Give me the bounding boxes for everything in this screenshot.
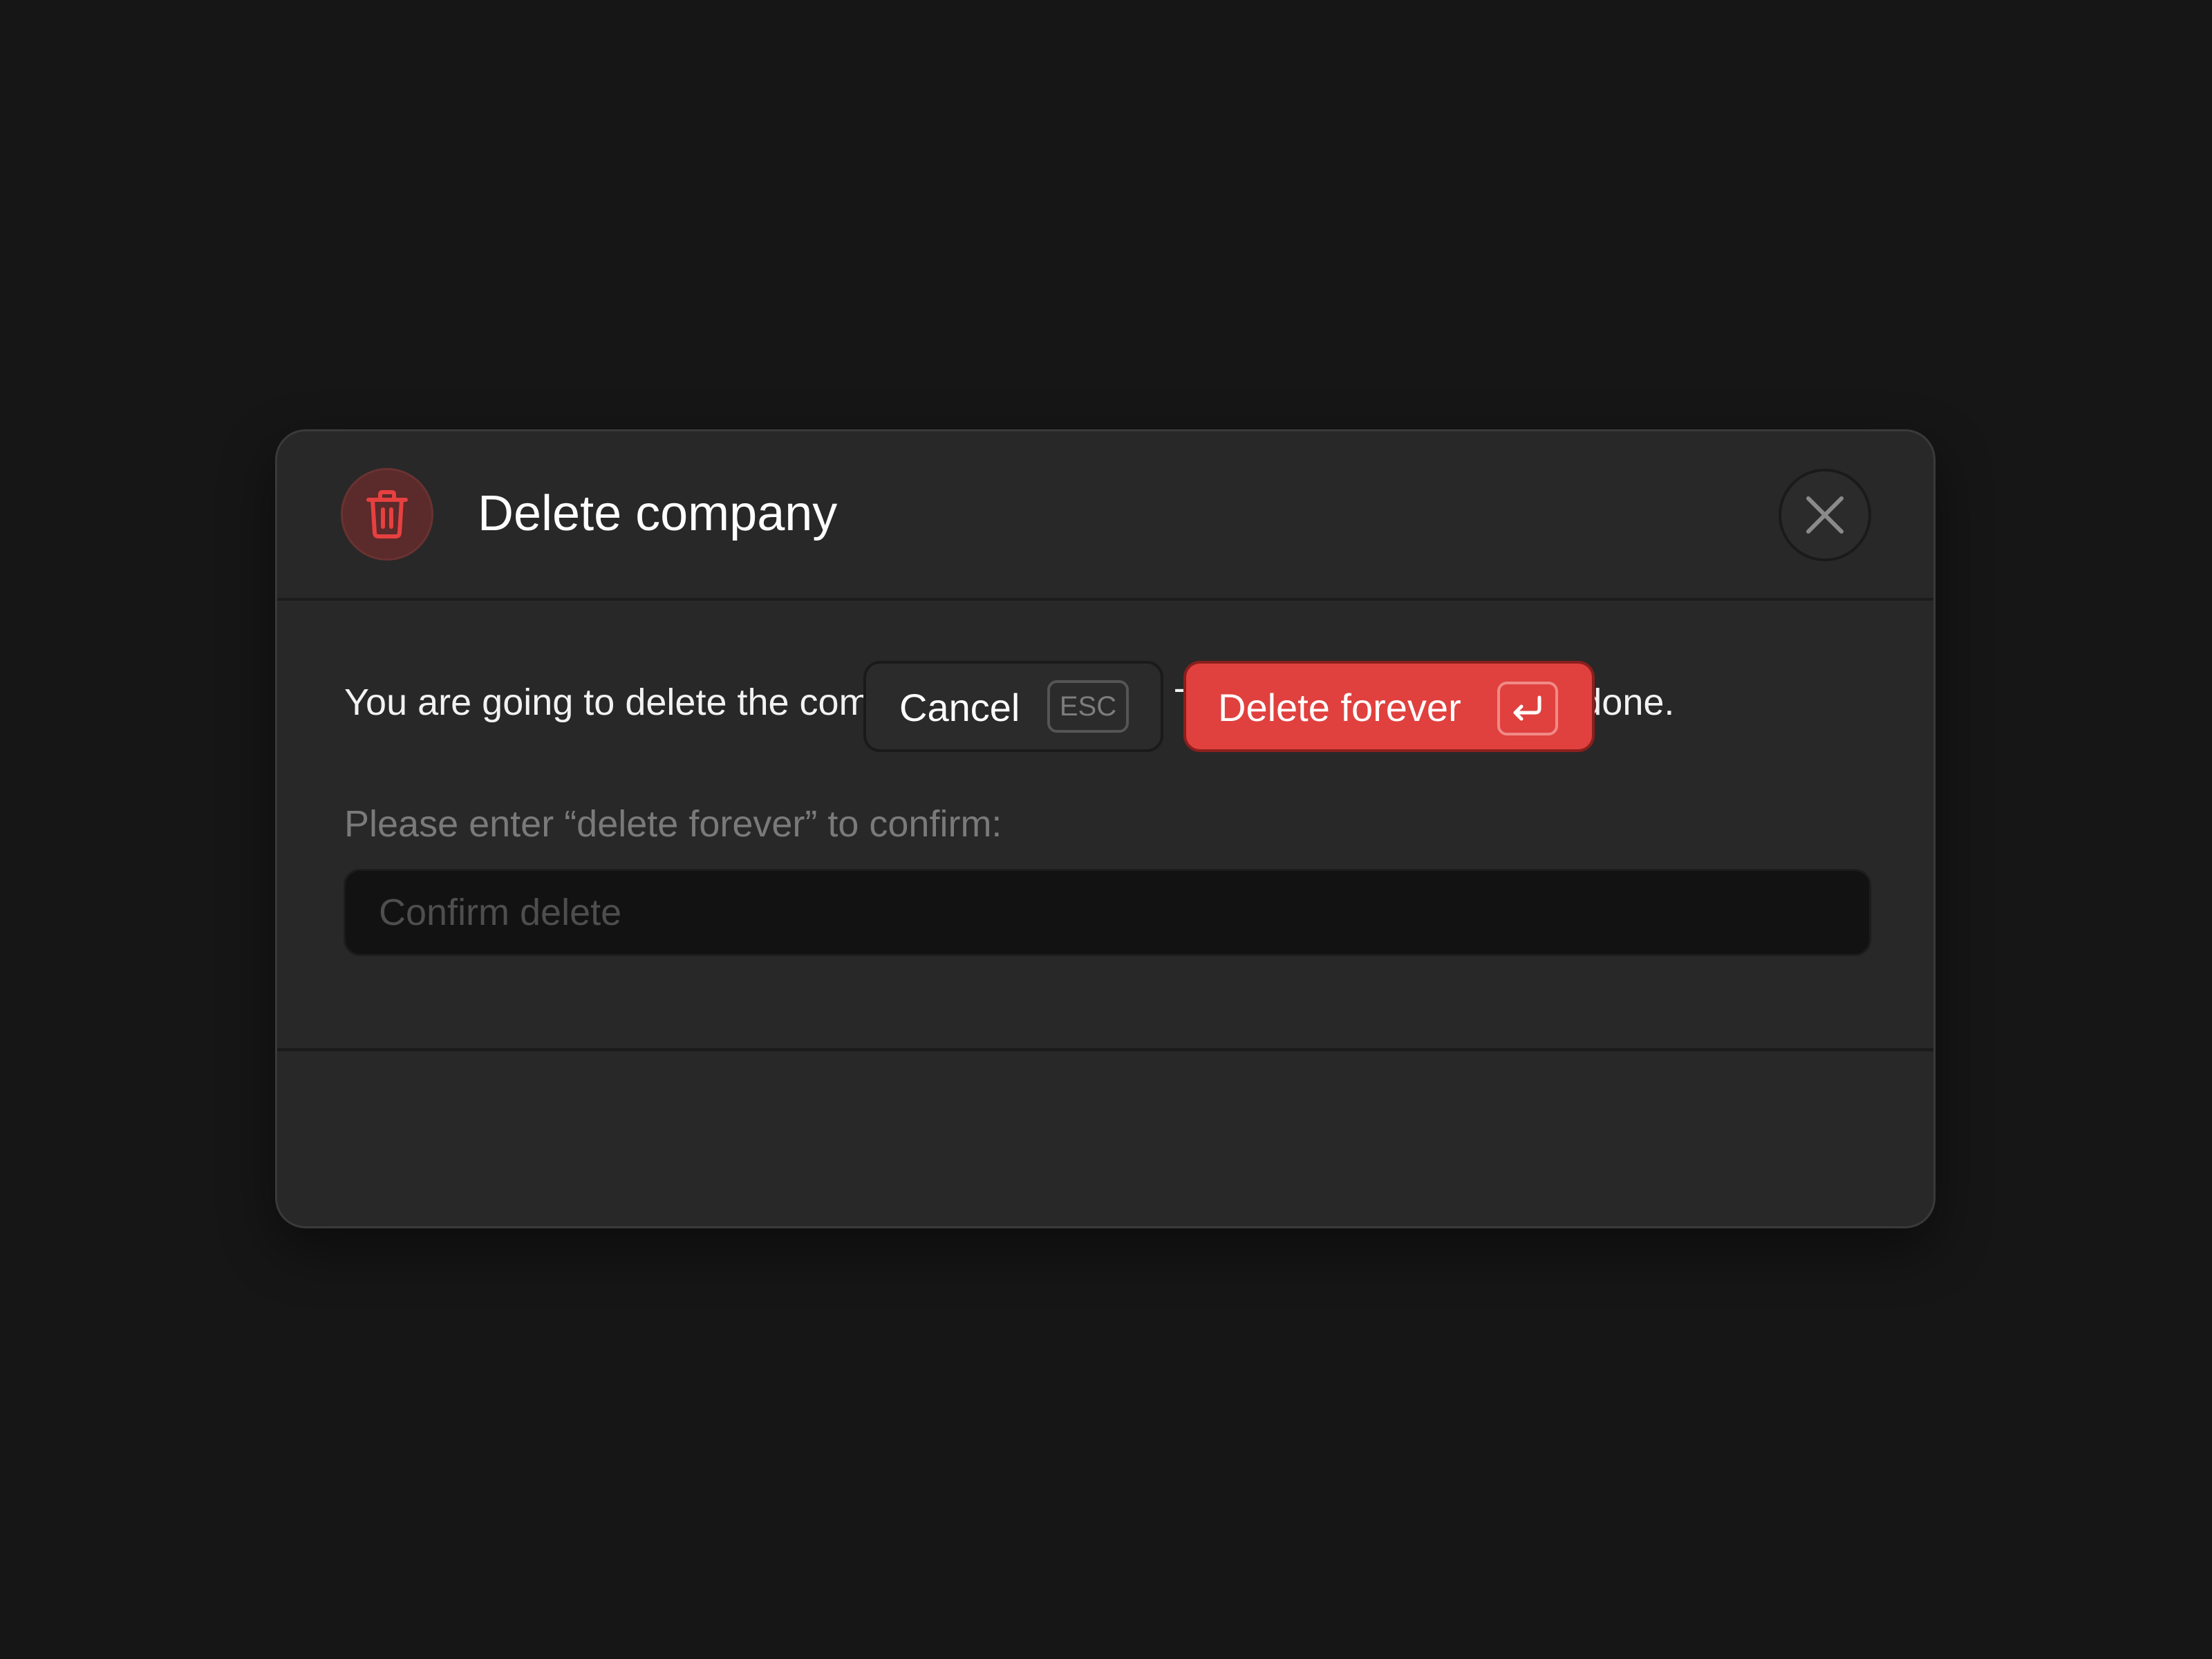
delete-forever-button[interactable]: Delete forever xyxy=(1183,661,1595,752)
enter-key-icon xyxy=(1513,695,1541,721)
dialog-footer xyxy=(277,1048,1933,1226)
close-button[interactable] xyxy=(1779,469,1871,561)
close-icon xyxy=(1806,496,1844,534)
confirm-label: Please enter “delete forever” to confirm… xyxy=(344,803,1002,845)
enter-key-hint xyxy=(1497,682,1558,735)
dialog-title: Delete company xyxy=(478,486,838,541)
trash-icon xyxy=(366,490,408,538)
delete-forever-button-label: Delete forever xyxy=(1218,686,1461,729)
cancel-button-label: Cancel xyxy=(899,686,1020,729)
esc-key-hint: ESC xyxy=(1047,680,1129,733)
confirm-delete-input[interactable] xyxy=(344,869,1871,956)
dialog-header: Delete company xyxy=(277,431,1933,601)
trash-icon-badge xyxy=(341,468,433,561)
cancel-button[interactable]: Cancel ESC xyxy=(863,661,1163,752)
delete-company-dialog: Delete company You are going to delete t… xyxy=(275,429,1936,1228)
